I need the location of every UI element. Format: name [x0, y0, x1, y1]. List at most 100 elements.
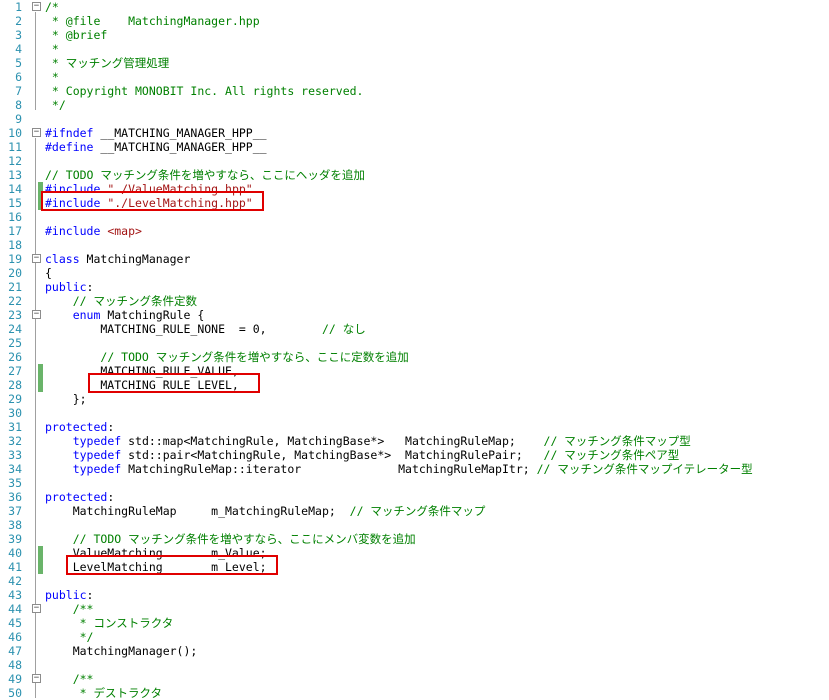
code-text: * Copyright MONOBIT Inc. All rights rese…	[45, 84, 364, 98]
code-line[interactable]: 47 MatchingManager();	[0, 644, 829, 658]
code-line[interactable]: 5 * マッチング管理処理	[0, 56, 829, 70]
code-line[interactable]: 25	[0, 336, 829, 350]
code-line[interactable]: 13 // TODO マッチング条件を増やすなら、ここにヘッダを追加	[0, 168, 829, 182]
code-token: * @file MatchingManager.hpp	[45, 14, 260, 28]
code-line[interactable]: 19 − class MatchingManager	[0, 252, 829, 266]
code-token: #define	[45, 140, 94, 154]
code-line[interactable]: 45 * コンストラクタ	[0, 616, 829, 630]
line-number: 12	[8, 154, 22, 168]
code-line[interactable]: 34 typedef MatchingRuleMap::iterator Mat…	[0, 462, 829, 476]
code-line[interactable]: 11 #define __MATCHING_MANAGER_HPP__	[0, 140, 829, 154]
code-line[interactable]: 1 −/*	[0, 0, 829, 14]
line-number: 26	[8, 350, 22, 364]
collapse-icon[interactable]: −	[32, 310, 41, 319]
code-text: * マッチング管理処理	[45, 56, 169, 70]
code-line[interactable]: 23 − enum MatchingRule {	[0, 308, 829, 322]
code-line[interactable]: 16	[0, 210, 829, 224]
code-token: MATCHING_RULE_NONE = 0,	[45, 322, 322, 336]
code-line[interactable]: 31 protected:	[0, 420, 829, 434]
code-line[interactable]: 30	[0, 406, 829, 420]
collapse-icon[interactable]: −	[32, 128, 41, 137]
line-number: 27	[8, 364, 22, 378]
code-line[interactable]: 33 typedef std::pair<MatchingRule, Match…	[0, 448, 829, 462]
line-number: 19	[8, 252, 22, 266]
line-number: 21	[8, 280, 22, 294]
code-line[interactable]: 36 protected:	[0, 490, 829, 504]
line-number: 15	[8, 196, 22, 210]
code-text: MATCHING_RULE_NONE = 0, // なし	[45, 322, 365, 336]
line-number: 4	[15, 42, 22, 56]
code-line[interactable]: 9	[0, 112, 829, 126]
code-line[interactable]: 39 // TODO マッチング条件を増やすなら、ここにメンバ変数を追加	[0, 532, 829, 546]
code-line[interactable]: 44 − /**	[0, 602, 829, 616]
code-token: // TODO マッチング条件を増やすなら、ここにヘッダを追加	[45, 168, 365, 182]
code-line[interactable]: 20 {	[0, 266, 829, 280]
code-token: /*	[45, 0, 59, 14]
code-line[interactable]: 21 public:	[0, 280, 829, 294]
line-number: 47	[8, 644, 22, 658]
change-marker	[38, 560, 43, 574]
line-number: 31	[8, 420, 22, 434]
line-number: 48	[8, 658, 22, 672]
code-token: <map>	[107, 224, 142, 238]
code-line[interactable]: 38	[0, 518, 829, 532]
code-text: // TODO マッチング条件を増やすなら、ここにメンバ変数を追加	[45, 532, 416, 546]
code-text: #include <map>	[45, 224, 142, 238]
code-text: * @file MatchingManager.hpp	[45, 14, 260, 28]
code-line[interactable]: 8 */	[0, 98, 829, 112]
code-token: MatchingRuleMap m_MatchingRuleMap;	[45, 504, 350, 518]
code-text: typedef std::pair<MatchingRule, Matching…	[45, 448, 680, 462]
code-line[interactable]: 50 * デストラクタ	[0, 686, 829, 700]
code-line[interactable]: 43 public:	[0, 588, 829, 602]
code-line[interactable]: 12	[0, 154, 829, 168]
code-token: /**	[72, 602, 94, 616]
code-line[interactable]: 6 *	[0, 70, 829, 84]
line-number: 3	[15, 28, 22, 42]
code-line[interactable]: 32 typedef std::map<MatchingRule, Matchi…	[0, 434, 829, 448]
code-text: {	[45, 266, 52, 280]
collapse-icon[interactable]: −	[32, 2, 41, 11]
code-text: MatchingManager();	[45, 644, 198, 658]
code-line[interactable]: 17 #include <map>	[0, 224, 829, 238]
code-text: * コンストラクタ	[45, 616, 174, 630]
line-number: 43	[8, 588, 22, 602]
code-line[interactable]: 48	[0, 658, 829, 672]
code-token: class	[45, 252, 80, 266]
collapse-icon[interactable]: −	[32, 604, 41, 613]
code-token: */	[72, 630, 94, 644]
code-text: */	[45, 98, 66, 112]
code-line[interactable]: 35	[0, 476, 829, 490]
line-number: 37	[8, 504, 22, 518]
code-text: typedef std::map<MatchingRule, MatchingB…	[45, 434, 691, 448]
code-line[interactable]: 10 − #ifndef __MATCHING_MANAGER_HPP__	[0, 126, 829, 140]
code-token: enum	[72, 308, 101, 322]
code-text: enum MatchingRule {	[45, 308, 205, 322]
code-line[interactable]: 2 * @file MatchingManager.hpp	[0, 14, 829, 28]
collapse-icon[interactable]: −	[32, 674, 41, 683]
code-token: // TODO マッチング条件を増やすなら、ここに定数を追加	[100, 350, 409, 364]
code-line[interactable]: 49 − /**	[0, 672, 829, 686]
line-number: 42	[8, 574, 22, 588]
code-line[interactable]: 46 */	[0, 630, 829, 644]
code-line[interactable]: 7 * Copyright MONOBIT Inc. All rights re…	[0, 84, 829, 98]
code-line[interactable]: 37 MatchingRuleMap m_MatchingRuleMap; //…	[0, 504, 829, 518]
code-token: typedef	[72, 434, 122, 448]
collapse-icon[interactable]: −	[32, 254, 41, 263]
code-line[interactable]: 26 // TODO マッチング条件を増やすなら、ここに定数を追加	[0, 350, 829, 364]
line-number: 5	[15, 56, 22, 70]
code-text: #ifndef __MATCHING_MANAGER_HPP__	[45, 126, 267, 140]
line-number: 10	[8, 126, 22, 140]
code-line[interactable]: 4 *	[0, 42, 829, 56]
code-line[interactable]: 29 };	[0, 392, 829, 406]
code-editor[interactable]: 1−/* 2 * @file MatchingManager.hpp 3 * @br…	[0, 0, 829, 700]
code-line[interactable]: 42	[0, 574, 829, 588]
code-token: public	[45, 280, 87, 294]
line-number: 24	[8, 322, 22, 336]
code-line[interactable]: 22 // マッチング条件定数	[0, 294, 829, 308]
line-number: 45	[8, 616, 22, 630]
code-line[interactable]: 18	[0, 238, 829, 252]
code-line[interactable]: 3 * @brief	[0, 28, 829, 42]
code-line[interactable]: 24 MATCHING_RULE_NONE = 0, // なし	[0, 322, 829, 336]
